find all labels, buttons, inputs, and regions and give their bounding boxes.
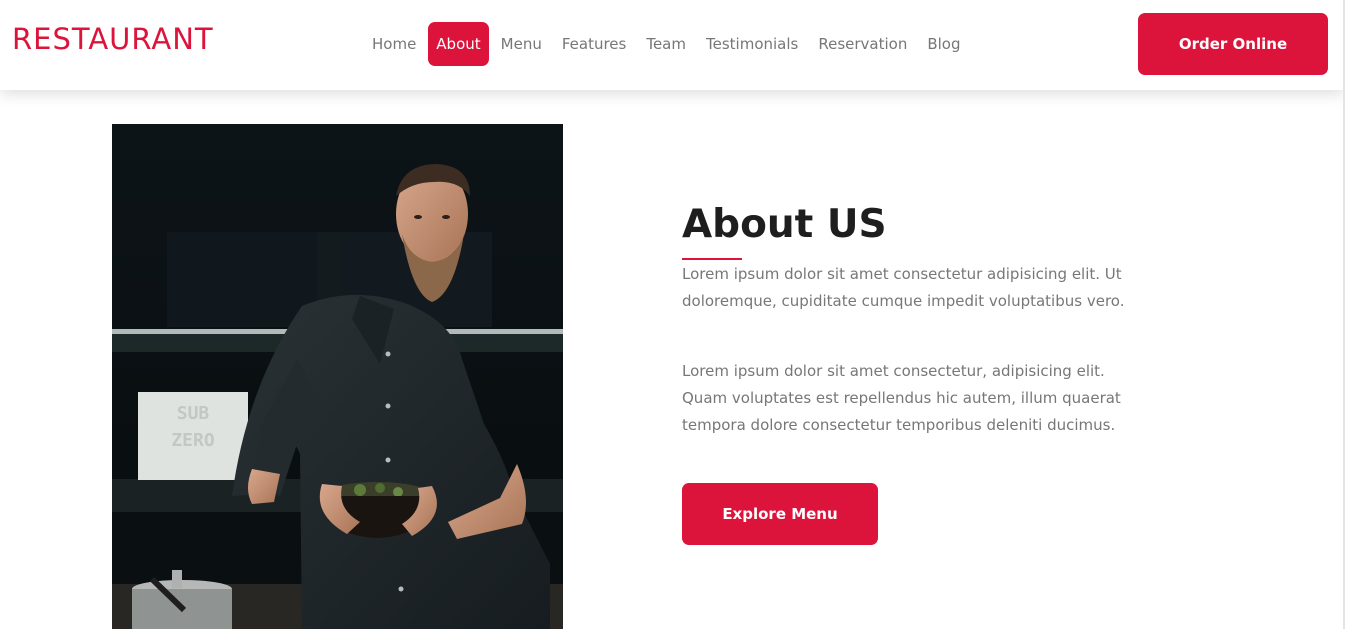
navbar: RESTAURANT Home About Menu Features Team… <box>0 0 1345 90</box>
nav-link-team[interactable]: Team <box>638 22 694 66</box>
sign-text-bottom: ZERO <box>171 430 215 451</box>
nav-link-features[interactable]: Features <box>554 22 635 66</box>
order-online-button[interactable]: Order Online <box>1138 13 1328 75</box>
sign-text-top: SUB <box>177 403 210 424</box>
about-title: About US <box>682 202 887 247</box>
explore-menu-button[interactable]: Explore Menu <box>682 483 878 545</box>
page: RESTAURANT Home About Menu Features Team… <box>0 0 1345 629</box>
nav-link-about[interactable]: About <box>428 22 489 66</box>
title-underline <box>682 258 742 260</box>
nav-link-blog[interactable]: Blog <box>919 22 968 66</box>
chef-photo: SUB ZERO <box>112 124 563 629</box>
nav-link-reservation[interactable]: Reservation <box>810 22 915 66</box>
about-paragraph-2: Lorem ipsum dolor sit amet consectetur, … <box>682 362 1121 434</box>
nav-link-menu[interactable]: Menu <box>493 22 550 66</box>
about-paragraph-1: Lorem ipsum dolor sit amet consectetur a… <box>682 265 1125 310</box>
main-nav: Home About Menu Features Team Testimonia… <box>364 22 973 66</box>
nav-link-home[interactable]: Home <box>364 22 424 66</box>
nav-link-testimonials[interactable]: Testimonials <box>698 22 806 66</box>
brand-logo[interactable]: RESTAURANT <box>12 22 214 56</box>
